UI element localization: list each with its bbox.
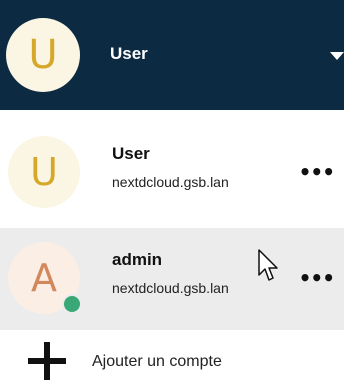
account-item-user[interactable]: U User nextdcloud.gsb.lan ••• [0, 122, 344, 224]
add-account-label: Ajouter un compte [92, 353, 222, 370]
account-menu-header[interactable]: U User [0, 0, 344, 110]
mouse-cursor-icon [258, 249, 278, 281]
online-status-icon [62, 294, 82, 314]
caret-down-icon[interactable] [330, 52, 344, 60]
current-user-avatar: U [6, 18, 80, 92]
account-name: User [112, 144, 150, 163]
account-host: nextdcloud.gsb.lan [112, 174, 229, 190]
more-options-icon[interactable]: ••• [299, 160, 335, 184]
account-name: admin [112, 250, 163, 269]
more-options-icon[interactable]: ••• [299, 266, 335, 290]
account-host: nextdcloud.gsb.lan [112, 280, 229, 296]
plus-icon [28, 342, 66, 380]
account-item-admin[interactable]: A admin nextdcloud.gsb.lan ••• [0, 228, 344, 330]
current-user-name: User [110, 44, 148, 63]
add-account-button[interactable]: Ajouter un compte [0, 340, 344, 389]
account-avatar: U [8, 136, 80, 208]
